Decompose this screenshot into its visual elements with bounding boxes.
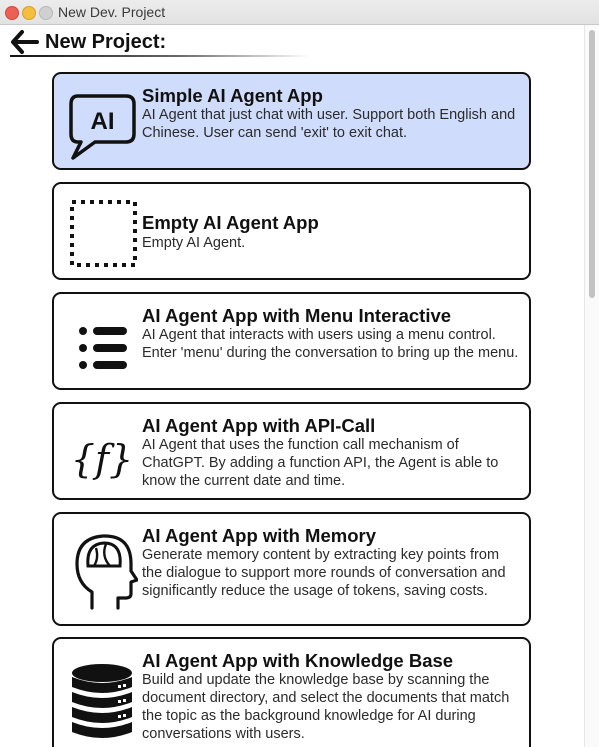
card-title: Simple AI Agent App (142, 85, 323, 106)
template-card-knowledge-base[interactable]: AI Agent App with Knowledge Base Build a… (52, 637, 531, 747)
close-window-button[interactable] (5, 6, 19, 20)
card-title: Empty AI Agent App (142, 212, 319, 233)
minimize-window-button[interactable] (22, 6, 36, 20)
page-header: New Project: (10, 29, 310, 55)
card-description: AI Agent that interacts with users using… (142, 327, 519, 361)
page-title: New Project: (45, 31, 167, 53)
card-description: AI Agent that just chat with user. Suppo… (142, 107, 516, 141)
back-arrow-icon[interactable] (10, 29, 40, 55)
template-card-memory[interactable]: AI Agent App with Memory Generate memory… (52, 512, 531, 626)
card-description: Build and update the knowledge base by s… (142, 672, 510, 742)
card-description: Generate memory content by extracting ke… (142, 547, 506, 599)
zoom-window-button (39, 6, 53, 20)
window-titlebar: New Dev. Project (0, 0, 599, 25)
header-divider (10, 55, 310, 57)
template-card-menu-interactive[interactable]: AI Agent App with Menu Interactive AI Ag… (52, 292, 531, 390)
list-menu-icon (79, 327, 127, 369)
card-title: AI Agent App with Menu Interactive (142, 305, 452, 326)
card-title: AI Agent App with API-Call (142, 415, 376, 436)
card-description: Empty AI Agent. (142, 235, 246, 251)
dotted-square-icon (70, 200, 137, 267)
window-title: New Dev. Project (58, 4, 166, 20)
template-card-simple-ai-agent[interactable]: AI Simple AI Agent App AI Agent that jus… (52, 72, 531, 170)
template-card-api-call[interactable]: {f} AI Agent App with API-Call AI Agent … (52, 402, 531, 500)
function-braces-icon: {f} (71, 437, 133, 481)
card-title: AI Agent App with Knowledge Base (142, 650, 454, 671)
vertical-scrollbar[interactable] (584, 25, 599, 747)
card-title: AI Agent App with Memory (142, 525, 376, 546)
head-brain-icon (75, 534, 138, 610)
card-description: AI Agent that uses the function call mec… (142, 437, 499, 489)
svg-text:{f}: {f} (71, 437, 133, 481)
main-content: New Project: AI Simple AI Agent App AI A… (0, 25, 584, 747)
scrollbar-thumb[interactable] (589, 30, 595, 298)
svg-text:AI: AI (91, 108, 115, 135)
template-card-empty-ai-agent[interactable]: Empty AI Agent App Empty AI Agent. (52, 182, 531, 280)
database-icon (72, 664, 132, 738)
ai-chat-bubble-icon: AI (69, 94, 136, 160)
